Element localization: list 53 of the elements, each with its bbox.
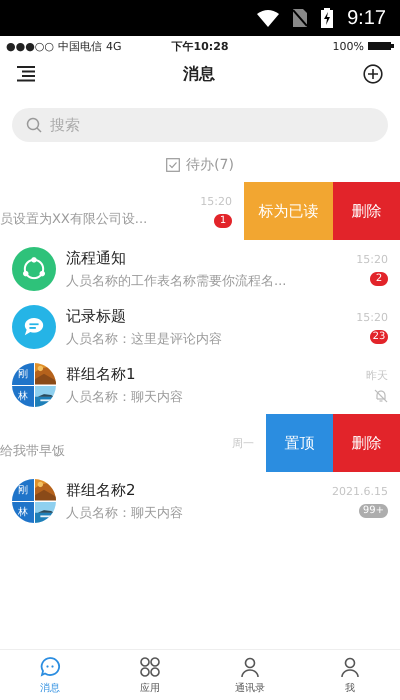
message-time: 15:20 <box>356 310 388 324</box>
signal-dots: ●●●○○ <box>6 40 54 52</box>
conversation-title: 群组名称1 <box>66 364 137 384</box>
conversation-title: 记录标题 <box>66 306 127 326</box>
tab-button[interactable]: 消息 <box>0 650 100 700</box>
message-preview: 人员名称：聊天内容 <box>66 388 184 406</box>
swipe-action-button[interactable]: 置顶 <box>266 414 333 472</box>
person-icon <box>239 656 261 678</box>
todo-link[interactable]: 待办(7) <box>186 156 234 174</box>
message-preview: 员设置为XX有限公司设... <box>0 211 148 228</box>
status-time: 下午10:28 <box>171 38 228 54</box>
message-preview: 人员名称的工作表名称需要你流程名... <box>66 272 288 290</box>
page-title: 消息 <box>183 64 215 84</box>
avatar-initial: 刚 <box>12 479 34 500</box>
unread-badge: 23 <box>370 330 388 344</box>
checkbox-icon <box>166 158 180 172</box>
unread-badge: 1 <box>214 214 232 228</box>
battery-percent: 100% <box>332 40 364 52</box>
message-time: 周一 <box>232 436 254 450</box>
message-time: 15:20 <box>356 252 388 266</box>
tab-button[interactable]: 我 <box>300 650 400 700</box>
battery-icon <box>368 41 394 51</box>
wifi-icon <box>257 10 280 26</box>
message-preview: 给我带早饭 <box>0 443 66 460</box>
tab-button[interactable]: 通讯录 <box>200 650 300 700</box>
avatar-initial: 林 <box>12 386 34 407</box>
network-type: 4G <box>106 40 122 52</box>
conversation-title: 流程通知 <box>66 248 127 268</box>
message-time: 15:20 <box>200 194 232 208</box>
avatar-initial: 刚 <box>12 363 34 384</box>
four-circles-icon <box>139 656 161 678</box>
search-field[interactable]: 搜索 <box>12 108 388 142</box>
battery-charging-icon <box>321 8 334 28</box>
message-time: 昨天 <box>366 368 388 382</box>
clock-time: 9:17 <box>347 6 386 30</box>
person-icon <box>339 656 361 678</box>
no-sim-icon <box>293 9 308 27</box>
avatar-initial: 林 <box>12 502 34 523</box>
chat-bubble-icon <box>39 656 61 678</box>
chat-bubble-icon <box>12 305 56 349</box>
menu-icon[interactable] <box>17 66 35 82</box>
message-preview: 人员名称：这里是评论内容 <box>66 330 223 348</box>
unread-badge: 2 <box>370 272 388 286</box>
message-preview: 人员名称：聊天内容 <box>66 504 184 522</box>
conversation-title: 群组名称2 <box>66 480 137 500</box>
share-nodes-icon <box>12 247 56 291</box>
message-time: 2021.6.15 <box>332 484 388 498</box>
unread-badge: 99+ <box>358 504 388 518</box>
tab-button[interactable]: 应用 <box>100 650 200 700</box>
carrier-name: 中国电信 <box>58 38 102 54</box>
add-icon[interactable] <box>363 64 383 84</box>
swipe-action-button[interactable]: 删除 <box>333 414 400 472</box>
swipe-action-button[interactable]: 删除 <box>333 182 400 240</box>
